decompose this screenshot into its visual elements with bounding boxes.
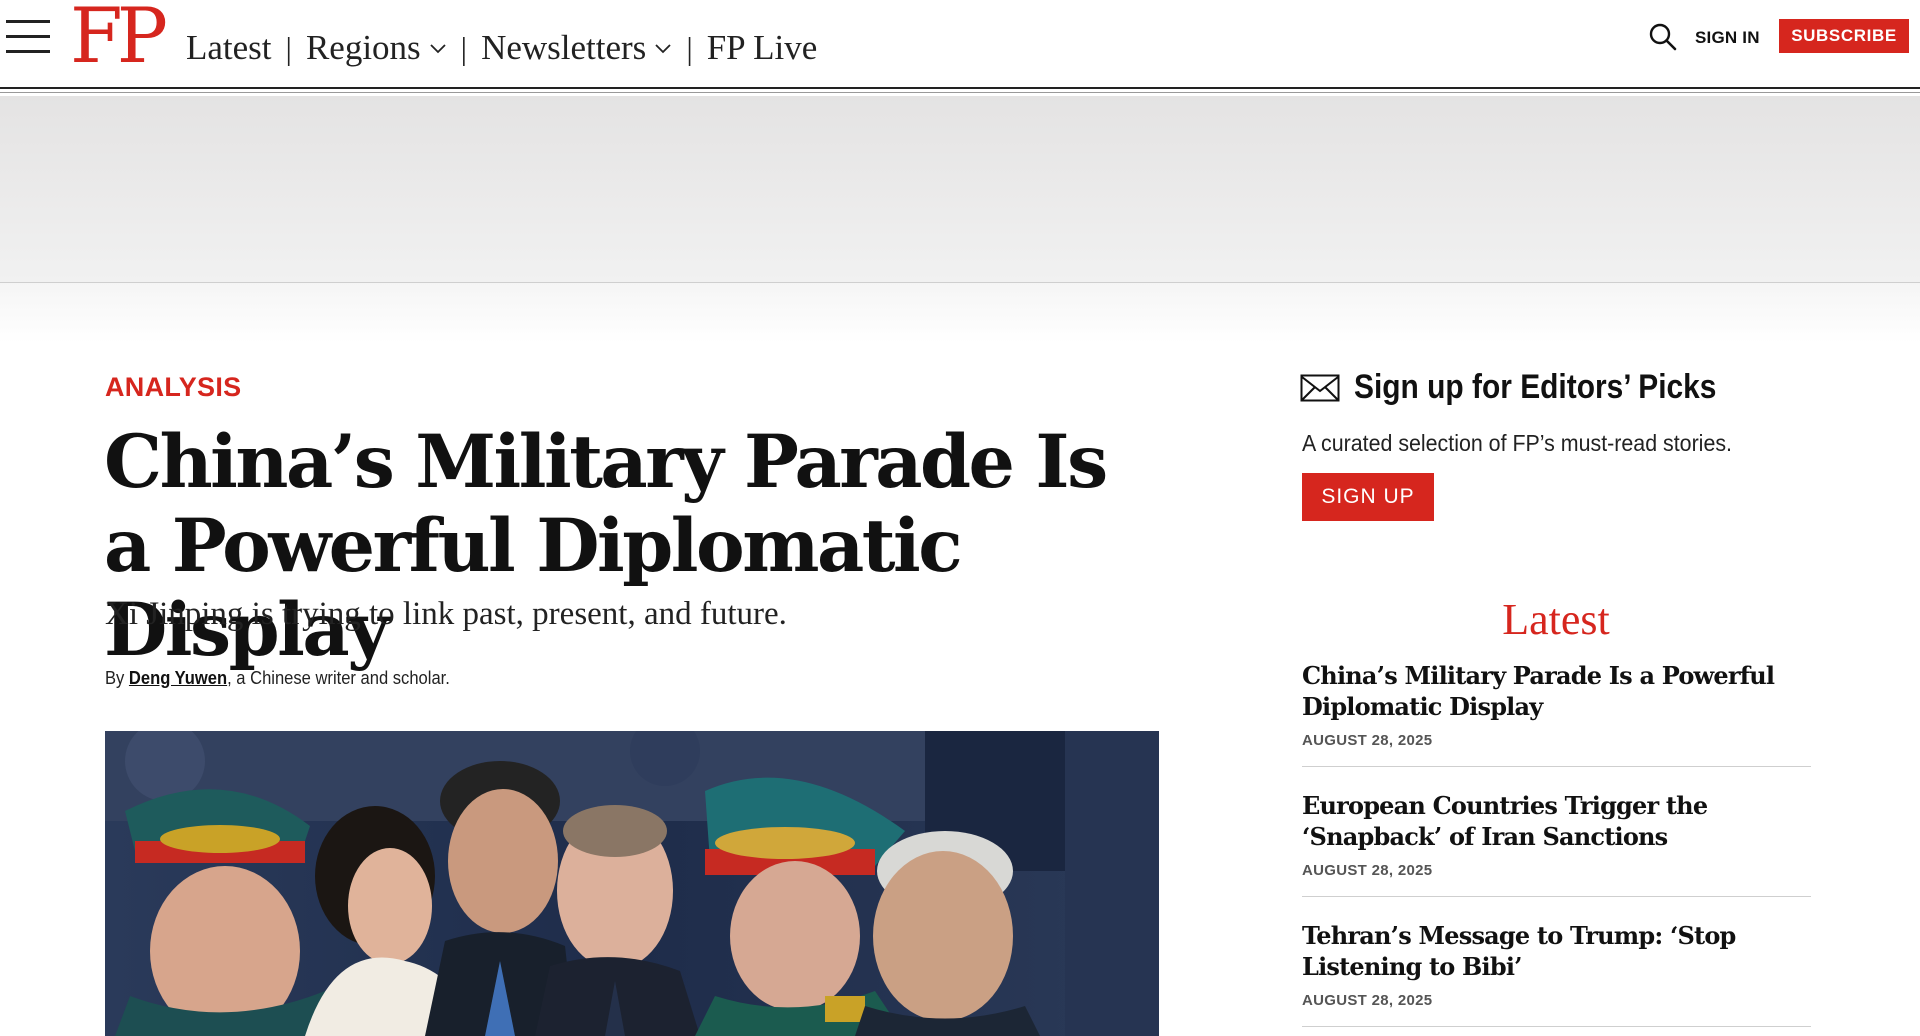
hamburger-menu-icon[interactable]	[6, 18, 50, 54]
parade-photo-illustration	[105, 731, 1159, 1036]
latest-item-title[interactable]: European Countries Trigger the ‘Snapback…	[1302, 790, 1811, 852]
chevron-down-icon	[655, 44, 671, 54]
nav-separator: |	[686, 29, 693, 66]
nav-item-label: Latest	[186, 28, 272, 67]
nav-item-regions[interactable]: Regions	[306, 28, 447, 68]
nav-item-label: Regions	[305, 28, 421, 67]
byline-suffix: , a Chinese writer and scholar.	[227, 668, 450, 688]
latest-item-title[interactable]: Tehran’s Message to Trump: ‘Stop Listeni…	[1302, 920, 1811, 982]
search-icon[interactable]	[1648, 22, 1678, 52]
article-byline: By Deng Yuwen, a Chinese writer and scho…	[105, 668, 450, 689]
nav-item-newsletters[interactable]: Newsletters	[481, 28, 672, 68]
article-kicker[interactable]: ANALYSIS	[105, 372, 241, 403]
latest-item-title[interactable]: China’s Military Parade Is a Powerful Di…	[1302, 660, 1811, 722]
site-header: FP Latest | Regions | Newsletters | FP L…	[0, 0, 1920, 93]
ad-fade	[0, 283, 1920, 343]
article-hero-photo	[105, 731, 1159, 1036]
byline-prefix: By	[105, 668, 129, 688]
subscribe-button[interactable]: SUBSCRIBE	[1779, 19, 1909, 53]
newsletter-title: Sign up for Editors’ Picks	[1354, 368, 1717, 406]
latest-item-date: AUGUST 28, 2025	[1302, 862, 1433, 879]
nav-item-label: FP Live	[706, 28, 818, 67]
chevron-down-icon	[430, 44, 446, 54]
header-divider	[0, 87, 1920, 89]
latest-list: China’s Military Parade Is a Powerful Di…	[1302, 660, 1811, 1036]
nav-separator: |	[460, 29, 468, 66]
latest-section-title: Latest	[1502, 595, 1610, 644]
latest-item[interactable]: European Countries Trigger the ‘Snapback…	[1302, 790, 1811, 897]
article-dek: Xi Jinping is trying to link past, prese…	[105, 596, 787, 632]
newsletter-signup-header: Sign up for Editors’ Picks	[1300, 368, 1766, 407]
fp-logo[interactable]: FP	[70, 0, 168, 76]
article-headline: China’s Military Parade Is a Powerful Di…	[104, 419, 1108, 673]
nav-separator: |	[285, 29, 292, 66]
author-link[interactable]: Deng Yuwen	[129, 668, 227, 688]
nav-item-latest[interactable]: Latest	[186, 28, 272, 68]
envelope-icon	[1300, 374, 1340, 401]
latest-item-date: AUGUST 28, 2025	[1302, 732, 1433, 749]
sign-in-link[interactable]: SIGN IN	[1695, 28, 1760, 48]
latest-item[interactable]: Tehran’s Message to Trump: ‘Stop Listeni…	[1302, 920, 1811, 1027]
nav-item-fp-live[interactable]: FP Live	[707, 28, 818, 68]
latest-item-date: AUGUST 28, 2025	[1302, 992, 1433, 1009]
newsletter-description: A curated selection of FP’s must-read st…	[1302, 430, 1732, 456]
ad-banner-area	[0, 96, 1920, 282]
nav-item-label: Newsletters	[481, 28, 647, 67]
sign-up-button[interactable]: SIGN UP	[1302, 473, 1434, 521]
main-nav: Latest | Regions | Newsletters | FP Live	[186, 28, 817, 68]
latest-item[interactable]: China’s Military Parade Is a Powerful Di…	[1302, 660, 1811, 767]
header-divider-thin	[0, 92, 1920, 93]
